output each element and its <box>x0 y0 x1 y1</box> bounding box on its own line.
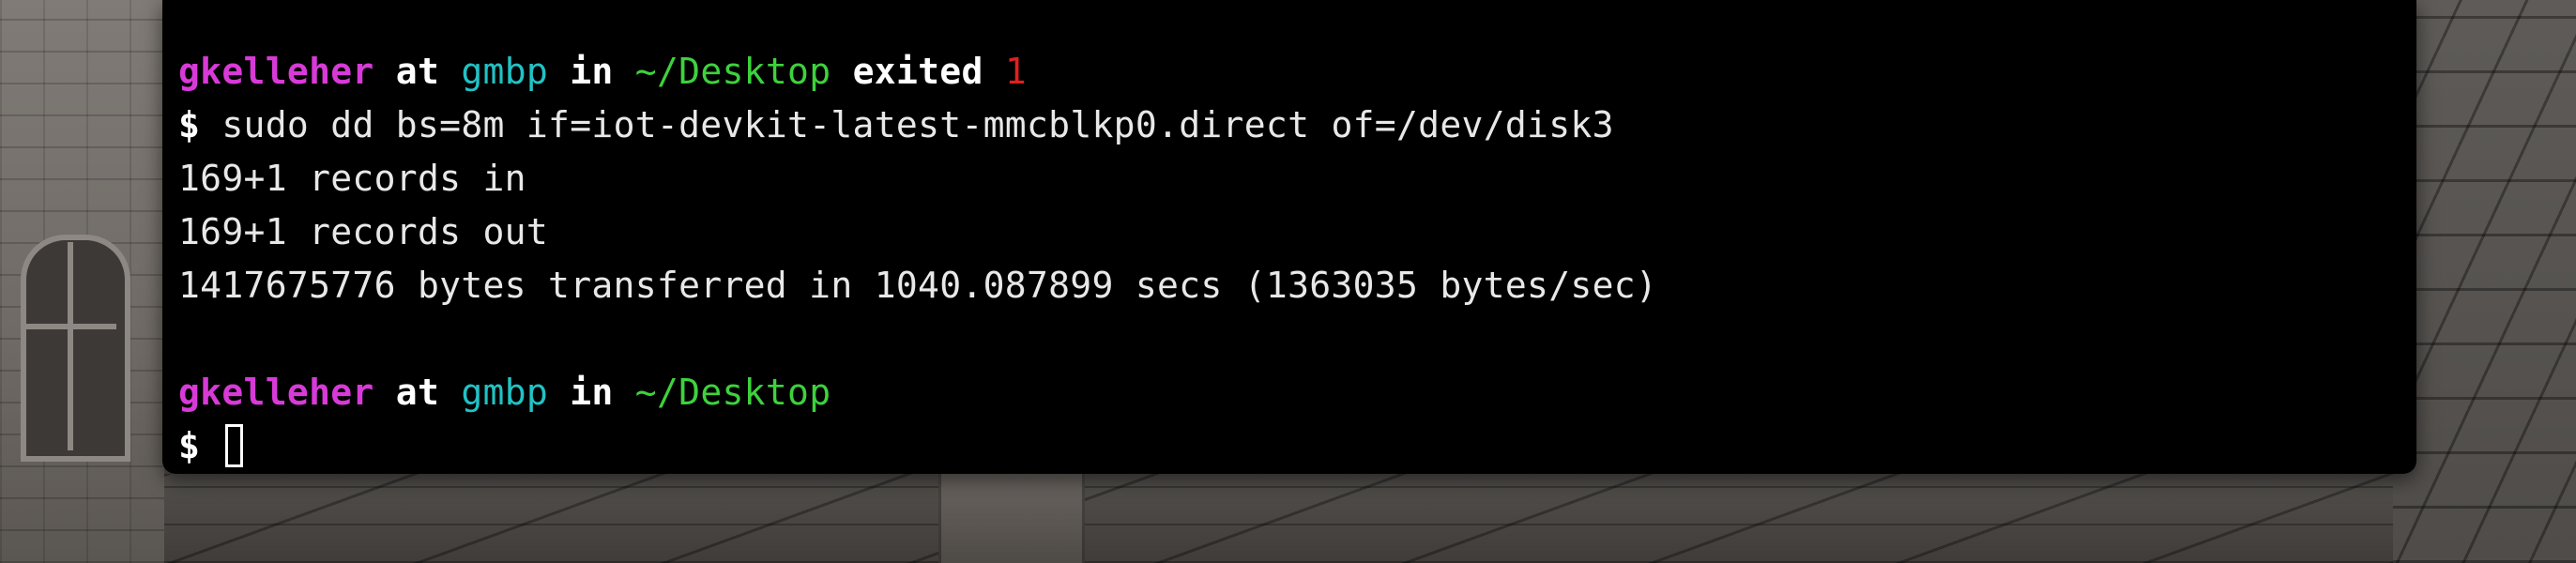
prompt-exit-code: 1 <box>1004 51 1028 92</box>
prompt-host: gmbp <box>461 51 549 92</box>
prompt-at-word: at <box>395 372 440 413</box>
wallpaper-gothic-window <box>21 235 130 462</box>
prompt-line-1: gkelleher at gmbp in ~/Desktop exited 1 <box>178 45 2401 99</box>
prompt-host: gmbp <box>461 372 549 413</box>
input-line[interactable]: $ <box>178 419 2401 473</box>
prompt-at-word: at <box>395 51 440 92</box>
prompt-path: ~/Desktop <box>634 372 831 413</box>
terminal-output[interactable]: gkelleher at gmbp in ~/Desktop exited 1 … <box>178 45 2401 473</box>
wallpaper-slate-roof-bottom <box>164 474 2393 563</box>
prompt-line-2: gkelleher at gmbp in ~/Desktop <box>178 366 2401 419</box>
output-line-records-in: 169+1 records in <box>178 158 526 199</box>
prompt-in-word: in <box>570 372 614 413</box>
command-text: sudo dd bs=8m if=iot-devkit-latest-mmcbl… <box>221 104 1614 145</box>
prompt-path: ~/Desktop <box>634 51 831 92</box>
terminal-window[interactable]: gkelleher at gmbp in ~/Desktop exited 1 … <box>162 0 2416 474</box>
prompt-user: gkelleher <box>178 51 374 92</box>
text-cursor <box>225 424 244 467</box>
prompt-symbol: $ <box>178 104 201 145</box>
prompt-user: gkelleher <box>178 372 374 413</box>
prompt-exit-status: exited <box>852 51 983 92</box>
output-line-transfer-summary: 1417675776 bytes transferred in 1040.087… <box>178 265 1658 306</box>
wallpaper-window-mullion <box>68 242 73 450</box>
command-line: $ sudo dd bs=8m if=iot-devkit-latest-mmc… <box>178 99 2401 152</box>
wallpaper-slate-roof-right <box>2393 0 2576 563</box>
wallpaper-window-transom <box>26 324 116 329</box>
prompt-in-word: in <box>570 51 614 92</box>
prompt-symbol: $ <box>178 425 201 466</box>
output-line-records-out: 169+1 records out <box>178 211 549 252</box>
wallpaper-chimney <box>938 469 1085 563</box>
